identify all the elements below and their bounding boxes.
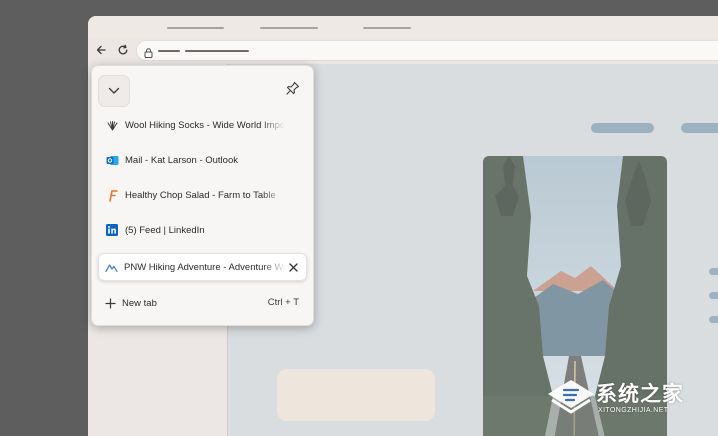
linkedin-icon bbox=[105, 223, 119, 237]
lock-icon bbox=[144, 45, 153, 63]
tab-placeholder[interactable] bbox=[167, 27, 224, 29]
toolbar bbox=[88, 38, 718, 62]
tab-title: PNW Hiking Adventure - Adventure Works bbox=[124, 261, 286, 273]
chevron-down-icon bbox=[108, 82, 120, 100]
pin-icon bbox=[285, 80, 301, 101]
watermark: 系统之家 XITONGZHIJIA.NET bbox=[546, 374, 716, 422]
tab-list-item-active[interactable]: PNW Hiking Adventure - Adventure Works bbox=[98, 253, 307, 281]
tab-title: (5) Feed | LinkedIn bbox=[125, 224, 205, 236]
text-placeholder bbox=[709, 292, 718, 299]
adventure-works-icon bbox=[104, 260, 118, 274]
tab-list-item[interactable]: (5) Feed | LinkedIn bbox=[98, 217, 305, 243]
new-tab-button[interactable]: New tab Ctrl + T bbox=[98, 292, 305, 314]
new-tab-label: New tab bbox=[122, 297, 157, 309]
tab-list-item[interactable]: Mail - Kat Larson - Outlook bbox=[98, 147, 305, 173]
wool-socks-icon bbox=[105, 118, 119, 132]
nav-link-placeholder[interactable] bbox=[591, 123, 654, 133]
tab-strip bbox=[88, 16, 718, 38]
tab-title: Wool Hiking Socks - Wide World Importers bbox=[125, 119, 285, 131]
close-icon[interactable] bbox=[286, 260, 300, 274]
collapse-button[interactable] bbox=[98, 75, 130, 107]
text-placeholder bbox=[709, 316, 718, 323]
tab-list-popup: Wool Hiking Socks - Wide World Importers… bbox=[91, 65, 314, 326]
pin-button[interactable] bbox=[283, 80, 303, 100]
tab-placeholder[interactable] bbox=[363, 27, 411, 29]
url-placeholder bbox=[185, 50, 249, 52]
nav-link-placeholder[interactable] bbox=[681, 123, 718, 133]
address-bar[interactable] bbox=[136, 40, 718, 61]
tab-title: Healthy Chop Salad - Farm to Table bbox=[125, 189, 276, 201]
new-tab-shortcut: Ctrl + T bbox=[267, 297, 299, 308]
url-placeholder bbox=[158, 50, 180, 52]
tab-title: Mail - Kat Larson - Outlook bbox=[125, 154, 238, 166]
tab-list-item[interactable]: Wool Hiking Socks - Wide World Importers bbox=[98, 112, 305, 138]
tab-placeholder[interactable] bbox=[260, 27, 318, 29]
watermark-text: 系统之家 bbox=[596, 383, 684, 406]
watermark-subtext: XITONGZHIJIA.NET bbox=[598, 407, 669, 414]
tab-list-item[interactable]: Healthy Chop Salad - Farm to Table bbox=[98, 182, 305, 208]
text-placeholder bbox=[709, 268, 718, 275]
plus-icon bbox=[105, 297, 116, 309]
content-card[interactable] bbox=[277, 369, 435, 421]
back-arrow-icon[interactable] bbox=[93, 42, 109, 58]
outlook-icon bbox=[105, 153, 119, 167]
watermark-logo-icon bbox=[546, 374, 596, 425]
farm-to-table-icon bbox=[105, 188, 119, 202]
reload-icon[interactable] bbox=[115, 42, 131, 58]
